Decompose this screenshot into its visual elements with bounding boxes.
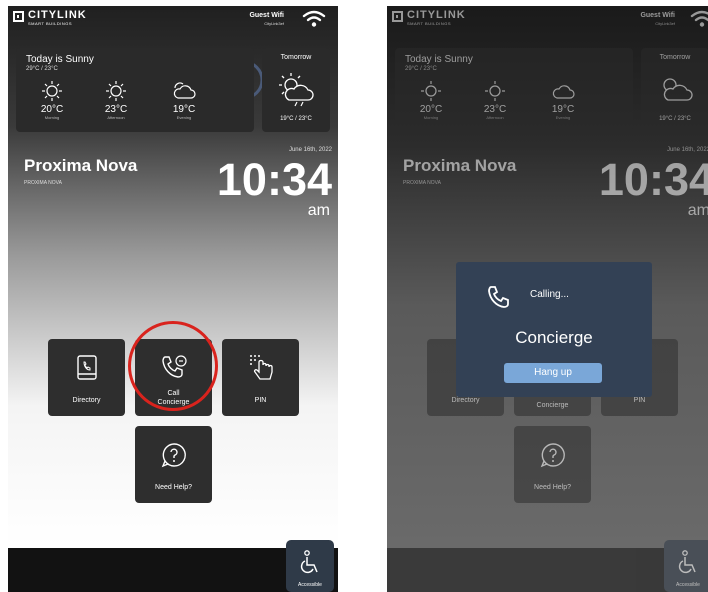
logo-subtitle: SMART BUILDINGS — [407, 21, 452, 26]
calling-status: Calling... — [530, 289, 569, 300]
tomorrow-title: Tomorrow — [280, 54, 312, 61]
pin-label: PIN — [254, 397, 267, 404]
kiosk-home-screen: CITYLINK SMART BUILDINGS Guest Wifi City… — [8, 6, 338, 592]
accessible-button[interactable]: Accessible — [286, 540, 334, 592]
sun-cloud-rain-icon — [663, 78, 693, 101]
forecast-period: Morning — [44, 115, 60, 120]
today-range: 29°C / 23°C — [405, 66, 437, 72]
forecast-afternoon: 23°C Afternoon — [94, 80, 138, 120]
need-help-label: Need Help? — [155, 484, 192, 491]
kiosk-calling-screen: CITYLINK SMART BUILDINGS Guest Wifi City… — [387, 6, 708, 592]
cloud-icon — [173, 82, 196, 99]
sun-icon — [42, 81, 62, 101]
logo-name: CITYLINK — [28, 9, 87, 21]
accessible-label: Accessible — [676, 582, 700, 588]
book-phone-icon — [76, 355, 97, 380]
forecast-temp: 20°C — [40, 104, 64, 115]
building-name: Proxima Nova — [403, 156, 517, 175]
pin-tile[interactable]: PIN — [222, 339, 299, 416]
phone-icon — [488, 286, 509, 308]
pin-label: PIN — [633, 397, 646, 404]
forecast-temp: 19°C — [172, 104, 196, 115]
hand-pointer-icon — [249, 355, 273, 380]
tomorrow-range: 19°C / 23°C — [280, 116, 312, 122]
need-help-tile: Need Help? — [514, 426, 591, 503]
date: June 16th, 2022 — [666, 147, 708, 153]
logo-subtitle: SMART BUILDINGS — [28, 21, 73, 26]
building-name: Proxima Nova — [24, 156, 138, 175]
wifi-network: CityLink3ef — [655, 21, 675, 26]
wifi-title: Guest Wifi — [640, 12, 675, 19]
forecast-morning: 20°C Morning — [30, 80, 74, 120]
tomorrow-weather-card: Tomorrow 19°C / 23°C — [262, 48, 330, 132]
forecast-period: Morning — [423, 115, 439, 120]
clock-time: 10:34 — [216, 154, 332, 205]
wifi-network: CityLink3ef — [264, 21, 284, 26]
sun-cloud-rain-icon — [279, 73, 314, 107]
wifi-icon — [690, 10, 708, 27]
bottom-bar — [387, 548, 708, 592]
building-subtitle: PROXIMA NOVA — [24, 180, 62, 186]
wifi-title: Guest Wifi — [249, 12, 284, 19]
today-title: Today is Sunny — [405, 54, 473, 65]
forecast-temp: 20°C — [419, 104, 443, 115]
date: June 16th, 2022 — [288, 147, 332, 153]
need-help-tile[interactable]: Need Help? — [135, 426, 212, 503]
today-title: Today is Sunny — [26, 54, 94, 65]
call-concierge-label: Concierge — [536, 402, 569, 409]
logo-mark-icon — [392, 11, 403, 22]
top-bar: CITYLINK SMART BUILDINGS Guest Wifi City… — [8, 6, 338, 32]
accessible-button: Accessible — [664, 540, 708, 592]
tomorrow-weather-card: Tomorrow 19°C / 23°C — [641, 48, 708, 132]
sun-icon — [106, 81, 126, 101]
tomorrow-range: 19°C / 23°C — [659, 116, 691, 122]
help-bubble-icon — [161, 443, 186, 468]
highlight-ring — [128, 321, 218, 411]
forecast-temp: 23°C — [104, 104, 128, 115]
accessible-label: Accessible — [298, 582, 322, 588]
wheelchair-icon — [678, 550, 696, 574]
clock-ampm: am — [687, 202, 708, 219]
directory-label: Directory — [72, 397, 101, 404]
hang-up-button[interactable]: Hang up — [504, 363, 602, 383]
forecast-period: Evening — [176, 115, 192, 120]
wifi-icon[interactable] — [302, 10, 326, 28]
logo-name: CITYLINK — [407, 9, 466, 21]
forecast-morning: 20°C Morning — [409, 80, 453, 120]
help-bubble-icon — [540, 443, 565, 468]
directory-label: Directory — [451, 397, 480, 404]
forecast-period: Afternoon — [486, 115, 504, 120]
clock-ampm: am — [307, 202, 330, 219]
sun-icon — [485, 81, 505, 101]
forecast-afternoon: 23°C Afternoon — [473, 80, 517, 120]
clock-time: 10:34 — [598, 154, 708, 205]
cloud-icon — [552, 85, 575, 99]
directory-tile[interactable]: Directory — [48, 339, 125, 416]
wheelchair-icon — [300, 550, 318, 574]
forecast-temp: 23°C — [483, 104, 507, 115]
need-help-label: Need Help? — [534, 484, 571, 491]
forecast-evening: 19°C Evening — [541, 80, 585, 120]
forecast-period: Evening — [555, 115, 571, 120]
building-subtitle: PROXIMA NOVA — [403, 180, 441, 186]
sun-icon — [421, 81, 441, 101]
forecast-evening: 19°C Evening — [162, 80, 206, 120]
call-destination: Concierge — [515, 328, 593, 347]
tomorrow-title: Tomorrow — [659, 54, 691, 61]
forecast-temp: 19°C — [551, 104, 575, 115]
today-weather-card: Today is Sunny 29°C / 23°C 20°C Morning … — [16, 48, 254, 132]
calling-dialog: Calling... Concierge Hang up — [456, 262, 652, 397]
forecast-period: Afternoon — [107, 115, 125, 120]
today-weather-card: Today is Sunny 29°C / 23°C 20°C Morning … — [395, 48, 633, 132]
today-range: 29°C / 23°C — [26, 66, 58, 72]
logo-mark-icon — [13, 11, 24, 22]
